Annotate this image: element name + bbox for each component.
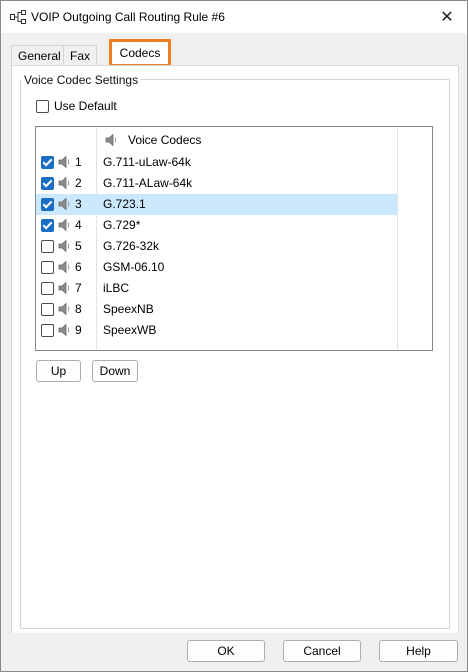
close-button[interactable]: ✕: [427, 1, 467, 33]
group-legend: Voice Codec Settings: [21, 73, 142, 87]
codec-checkbox[interactable]: [41, 156, 54, 169]
codec-row[interactable]: 7 iLBC: [36, 278, 397, 299]
speaker-icon: [58, 260, 70, 274]
speaker-icon: [58, 323, 70, 337]
speaker-icon: [58, 239, 70, 253]
codec-checkbox[interactable]: [41, 240, 54, 253]
title-bar[interactable]: VOIP Outgoing Call Routing Rule #6 ✕: [1, 1, 467, 33]
codec-checkbox[interactable]: [41, 177, 54, 190]
ok-button[interactable]: OK: [187, 640, 265, 662]
codec-priority: 6: [75, 260, 82, 274]
codec-name: G.723.1: [103, 197, 146, 211]
codec-row[interactable]: 5 G.726-32k: [36, 236, 397, 257]
speaker-icon: [58, 176, 70, 190]
codec-name: G.729*: [103, 218, 141, 232]
speaker-icon: [58, 302, 70, 316]
speaker-icon: [58, 281, 70, 295]
window-title: VOIP Outgoing Call Routing Rule #6: [31, 10, 225, 24]
codec-name: G.711-uLaw-64k: [103, 155, 191, 169]
codec-row[interactable]: 6 GSM-06.10: [36, 257, 397, 278]
codec-row[interactable]: 9 SpeexWB: [36, 320, 397, 341]
use-default-label: Use Default: [54, 99, 117, 113]
codec-priority: 1: [75, 155, 82, 169]
codec-priority: 4: [75, 218, 82, 232]
column-header[interactable]: Voice Codecs: [97, 127, 397, 153]
up-button[interactable]: Up: [36, 360, 81, 382]
codec-checkbox[interactable]: [41, 198, 54, 211]
codec-name: GSM-06.10: [103, 260, 165, 274]
tab-fax[interactable]: Fax: [63, 45, 98, 66]
speaker-icon: [58, 197, 70, 211]
tab-codecs[interactable]: Codecs: [109, 39, 171, 67]
speaker-icon: [58, 155, 70, 169]
tab-general[interactable]: General: [11, 45, 68, 66]
speaker-icon: [58, 218, 70, 232]
codec-row[interactable]: 8 SpeexNB: [36, 299, 397, 320]
codec-checkbox[interactable]: [41, 219, 54, 232]
codec-row[interactable]: 3 G.723.1: [36, 194, 397, 215]
codec-checkbox[interactable]: [41, 261, 54, 274]
use-default-box[interactable]: [36, 99, 49, 113]
codec-priority: 8: [75, 302, 82, 316]
codec-row[interactable]: 2 G.711-ALaw-64k: [36, 173, 397, 194]
close-icon: ✕: [440, 9, 454, 26]
codec-name: G.711-ALaw-64k: [103, 176, 193, 190]
help-button[interactable]: Help: [379, 640, 458, 662]
codec-priority: 2: [75, 176, 82, 190]
cancel-button[interactable]: Cancel: [283, 640, 361, 662]
codec-checkbox[interactable]: [41, 303, 54, 316]
speaker-icon: [105, 133, 117, 147]
column-header-label: Voice Codecs: [128, 133, 202, 147]
codec-priority: 7: [75, 281, 82, 295]
use-default-checkbox[interactable]: Use Default: [36, 99, 117, 113]
codec-checkbox[interactable]: [41, 282, 54, 295]
codec-priority: 9: [75, 323, 82, 337]
codec-name: SpeexWB: [103, 323, 157, 337]
codec-name: G.726-32k: [103, 239, 160, 253]
codec-checkbox[interactable]: [41, 324, 54, 337]
routing-icon: [10, 10, 26, 24]
codec-name: SpeexNB: [103, 302, 154, 316]
column-divider: [397, 127, 398, 350]
codec-priority: 3: [75, 197, 82, 211]
codec-row[interactable]: 4 G.729*: [36, 215, 397, 236]
codec-name: iLBC: [103, 281, 130, 295]
down-button[interactable]: Down: [92, 360, 138, 382]
codec-row[interactable]: 1 G.711-uLaw-64k: [36, 152, 397, 173]
codec-list[interactable]: Voice Codecs 1 G.711-uLaw-64k 2 G.711-ALaw-…: [35, 126, 433, 351]
dialog-window: VOIP Outgoing Call Routing Rule #6 ✕ Gen…: [0, 0, 468, 672]
codec-priority: 5: [75, 239, 82, 253]
